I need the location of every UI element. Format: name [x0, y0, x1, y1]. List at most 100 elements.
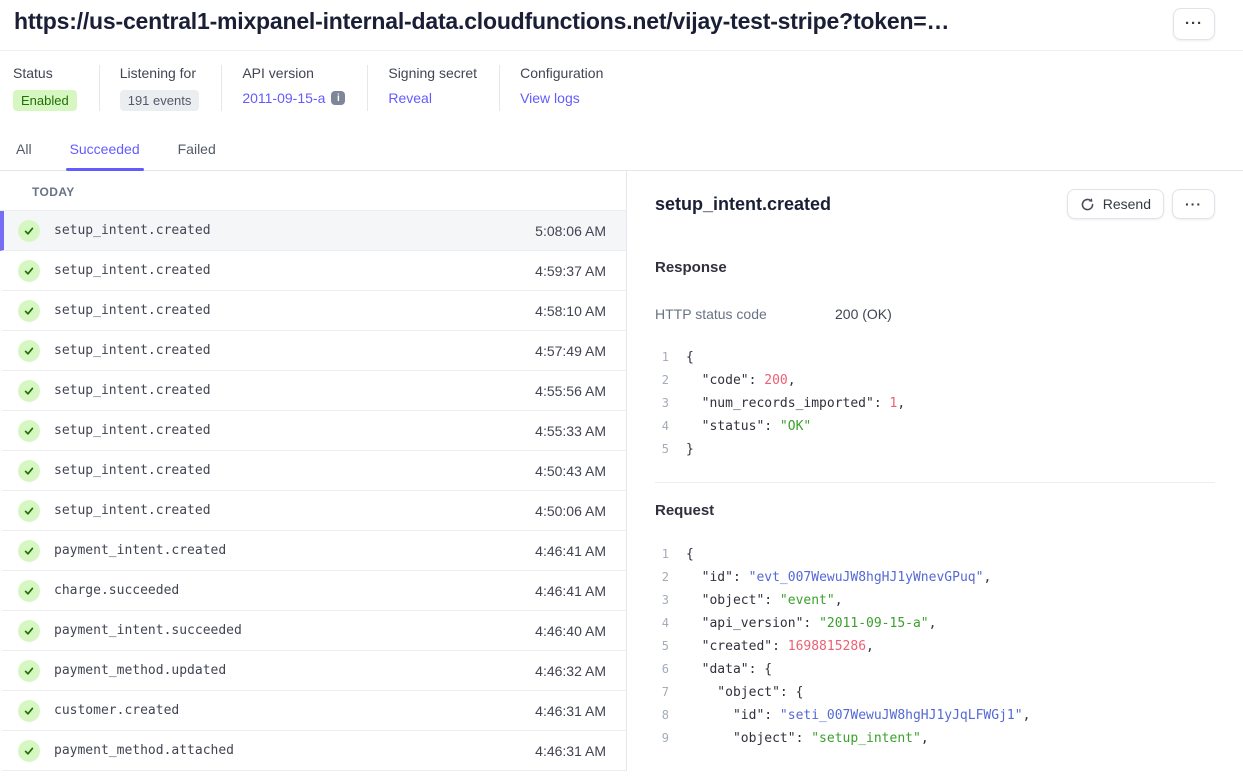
code-text: "created": 1698815286, — [686, 635, 874, 658]
header-overflow-button[interactable]: ··· — [1173, 8, 1215, 40]
line-number: 2 — [655, 369, 669, 392]
event-row-time: 4:46:41 AM — [535, 543, 606, 559]
event-row-time: 4:55:56 AM — [535, 383, 606, 399]
event-row-time: 4:46:31 AM — [535, 743, 606, 759]
request-code-line: 6 "data": { — [655, 658, 1215, 681]
event-row[interactable]: payment_intent.succeeded4:46:40 AM — [0, 611, 626, 651]
event-row-time: 4:46:40 AM — [535, 623, 606, 639]
event-row-name: setup_intent.created — [54, 383, 211, 398]
event-list-pane: TODAY setup_intent.created5:08:06 AMsetu… — [0, 171, 627, 771]
http-status-row: HTTP status code 200 (OK) — [655, 306, 1215, 322]
event-row-name: setup_intent.created — [54, 263, 211, 278]
event-row[interactable]: payment_intent.created4:46:41 AM — [0, 531, 626, 571]
2011-09-15-a-link[interactable]: 2011-09-15-a i — [242, 90, 345, 106]
page-title: https://us-central1-mixpanel-internal-da… — [14, 8, 949, 35]
meta-signing-secret: Signing secretReveal — [367, 65, 499, 111]
request-code-line: 4 "api_version": "2011-09-15-a", — [655, 612, 1215, 635]
http-status-value: 200 (OK) — [835, 306, 892, 322]
event-row[interactable]: setup_intent.created4:57:49 AM — [0, 331, 626, 371]
event-row[interactable]: setup_intent.created 4:59:37 AM — [0, 251, 626, 291]
line-number: 7 — [655, 681, 669, 704]
resend-icon — [1080, 197, 1095, 212]
reveal-link[interactable]: Reveal — [388, 90, 432, 106]
success-check-icon — [18, 220, 40, 242]
line-number: 4 — [655, 612, 669, 635]
event-row-name: charge.succeeded — [54, 583, 179, 598]
event-row[interactable]: setup_intent.created4:55:33 AM — [0, 411, 626, 451]
response-code-line: 3 "num_records_imported": 1, — [655, 392, 1215, 415]
event-row[interactable]: setup_intent.created5:08:06 AM — [0, 211, 626, 251]
response-code-line: 2 "code": 200, — [655, 369, 1215, 392]
http-status-label: HTTP status code — [655, 306, 835, 322]
event-row[interactable]: setup_intent.created 4:55:56 AM — [0, 371, 626, 411]
success-check-icon — [18, 260, 40, 282]
meta-api-version: API version2011-09-15-ai — [221, 65, 367, 111]
event-row[interactable]: customer.created4:46:31 AM — [0, 691, 626, 731]
meta-label: Configuration — [520, 65, 603, 81]
event-filter-tabs: All Succeeded Failed — [0, 127, 1243, 171]
request-heading: Request — [655, 502, 1215, 519]
resend-button[interactable]: Resend — [1067, 189, 1164, 219]
response-code-line: 4 "status": "OK" — [655, 415, 1215, 438]
webhook-endpoint-page: https://us-central1-mixpanel-internal-da… — [0, 0, 1243, 778]
response-code-block: 1 {2 "code": 200,3 "num_records_imported"… — [655, 346, 1215, 461]
meta-link-label: 2011-09-15-a — [242, 90, 325, 106]
tab-succeeded[interactable]: Succeeded — [68, 139, 142, 170]
success-check-icon — [18, 500, 40, 522]
code-text: { — [686, 346, 694, 369]
tab-failed[interactable]: Failed — [176, 139, 218, 170]
page-header: https://us-central1-mixpanel-internal-da… — [0, 0, 1243, 51]
event-detail-title: setup_intent.created — [655, 194, 831, 215]
event-row-time: 4:58:10 AM — [535, 303, 606, 319]
success-check-icon — [18, 300, 40, 322]
resend-button-label: Resend — [1103, 196, 1151, 212]
event-row-name: payment_method.updated — [54, 663, 226, 678]
response-code-line: 5} — [655, 438, 1215, 461]
meta-label: Listening for — [120, 65, 200, 81]
event-row[interactable]: payment_method.updated4:46:32 AM — [0, 651, 626, 691]
detail-overflow-button[interactable]: ··· — [1172, 189, 1215, 219]
endpoint-meta-bar: StatusEnabledListening for191 eventsAPI … — [0, 51, 1243, 127]
code-text: "object": "setup_intent", — [686, 727, 929, 750]
success-check-icon — [18, 620, 40, 642]
event-row-name: payment_method.attached — [54, 743, 234, 758]
event-row-name: setup_intent.created — [54, 343, 211, 358]
view-logs-link[interactable]: View logs — [520, 90, 580, 106]
success-check-icon — [18, 580, 40, 602]
code-text: "api_version": "2011-09-15-a", — [686, 612, 936, 635]
meta-link-label: Reveal — [388, 90, 432, 106]
content-split: TODAY setup_intent.created5:08:06 AMsetu… — [0, 171, 1243, 771]
line-number: 5 — [655, 438, 669, 461]
meta-label: Status — [13, 65, 77, 81]
info-icon: i — [331, 91, 345, 105]
event-row-time: 4:59:37 AM — [535, 263, 606, 279]
success-check-icon — [18, 540, 40, 562]
event-row[interactable]: setup_intent.created4:58:10 AM — [0, 291, 626, 331]
event-detail-actions: Resend ··· — [1067, 189, 1215, 219]
event-row-name: setup_intent.created — [54, 423, 211, 438]
line-number: 3 — [655, 589, 669, 612]
success-check-icon — [18, 700, 40, 722]
event-row-name: setup_intent.created — [54, 503, 211, 518]
event-row[interactable]: setup_intent.created 4:50:06 AM — [0, 491, 626, 531]
event-row-time: 4:50:43 AM — [535, 463, 606, 479]
status-badge: Enabled — [13, 90, 77, 111]
event-row-time: 4:50:06 AM — [535, 503, 606, 519]
success-check-icon — [18, 420, 40, 442]
line-number: 6 — [655, 658, 669, 681]
code-text: "status": "OK" — [686, 415, 811, 438]
code-text: "id": "seti_007WewuJW8hgHJ1yJqLFWGj1", — [686, 704, 1030, 727]
tab-all[interactable]: All — [14, 139, 34, 170]
event-row[interactable]: setup_intent.created4:50:43 AM — [0, 451, 626, 491]
request-code-line: 7 "object": { — [655, 681, 1215, 704]
event-row[interactable]: payment_method.attached 4:46:31 AM — [0, 731, 626, 771]
code-text: "data": { — [686, 658, 772, 681]
request-code-line: 2 "id": "evt_007WewuJW8hgHJ1yWnevGPuq", — [655, 566, 1215, 589]
request-code-line: 9 "object": "setup_intent", — [655, 727, 1215, 750]
event-row[interactable]: charge.succeeded4:46:41 AM — [0, 571, 626, 611]
code-text: "id": "evt_007WewuJW8hgHJ1yWnevGPuq", — [686, 566, 991, 589]
line-number: 1 — [655, 346, 669, 369]
meta-listening-for: Listening for191 events — [99, 65, 222, 111]
success-check-icon — [18, 380, 40, 402]
ellipsis-icon: ··· — [1185, 14, 1203, 34]
